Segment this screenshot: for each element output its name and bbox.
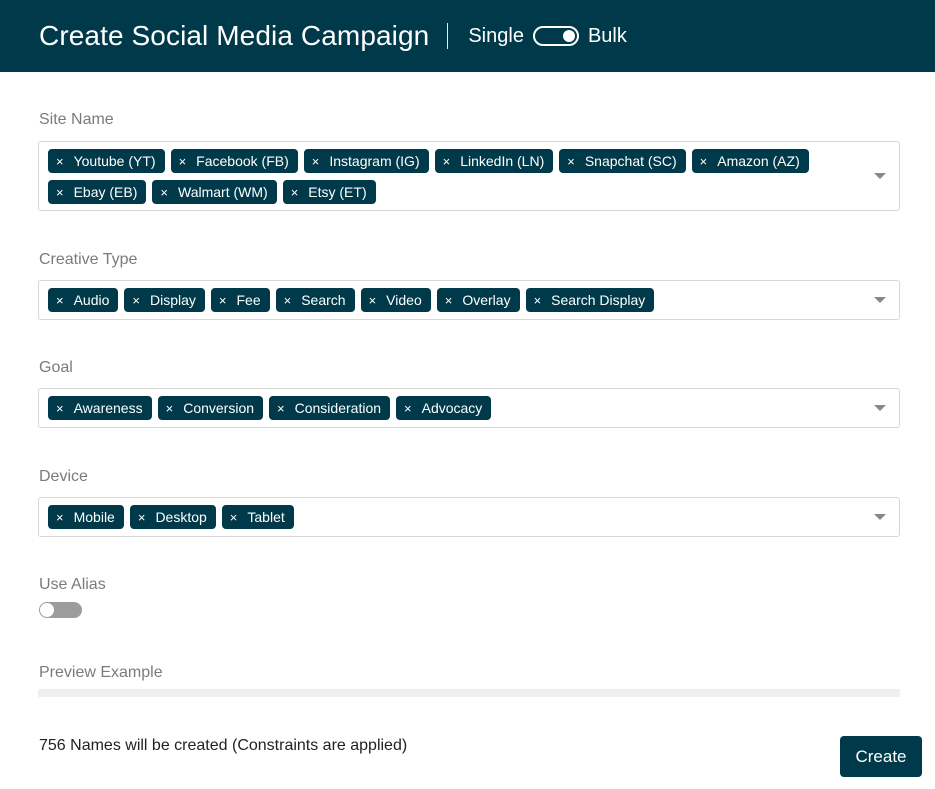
- chip-label: Snapchat (SC): [584, 153, 677, 169]
- remove-chip-icon[interactable]: ×: [567, 154, 575, 169]
- selected-chip: × Tablet: [221, 505, 294, 529]
- chip-label: Etsy (ET): [308, 184, 367, 200]
- chip-label: Desktop: [155, 509, 207, 525]
- remove-chip-icon[interactable]: ×: [291, 185, 299, 200]
- chip-label: Advocacy: [421, 400, 483, 416]
- selected-chip: × Display: [124, 288, 205, 312]
- selected-chip: × LinkedIn (LN): [434, 149, 554, 173]
- chevron-down-icon[interactable]: [874, 173, 886, 179]
- selected-chip: × Advocacy: [396, 396, 492, 420]
- selected-chip: × Etsy (ET): [282, 180, 376, 204]
- remove-chip-icon[interactable]: ×: [132, 293, 140, 308]
- create-button[interactable]: Create: [840, 736, 922, 777]
- selected-chip: × Instagram (IG): [303, 149, 429, 173]
- chevron-down-icon[interactable]: [874, 405, 886, 411]
- selected-chip: × Search: [275, 288, 355, 312]
- remove-chip-icon[interactable]: ×: [284, 293, 292, 308]
- selected-chip: × Video: [360, 288, 431, 312]
- selected-chip: × Walmart (WM): [152, 180, 277, 204]
- selected-chip: × Desktop: [129, 505, 216, 529]
- goal-label: Goal: [39, 359, 73, 376]
- selected-chip: × Conversion: [157, 396, 264, 420]
- mode-bulk-label: Bulk: [587, 24, 627, 47]
- remove-chip-icon[interactable]: ×: [166, 401, 174, 416]
- device-label: Device: [39, 468, 88, 485]
- use-alias-toggle[interactable]: [39, 602, 82, 618]
- remove-chip-icon[interactable]: ×: [138, 510, 146, 525]
- chip-label: Mobile: [73, 509, 115, 525]
- creative-type-label: Creative Type: [39, 251, 138, 268]
- chevron-down-icon[interactable]: [874, 514, 886, 520]
- site-name-label: Site Name: [39, 111, 114, 128]
- remove-chip-icon[interactable]: ×: [56, 154, 64, 169]
- chip-label: Search: [301, 292, 346, 308]
- remove-chip-icon[interactable]: ×: [56, 510, 64, 525]
- site-name-select[interactable]: × Youtube (YT) × Facebook (FB) × Instagram (I…: [38, 141, 900, 211]
- chip-label: Consideration: [294, 400, 382, 416]
- remove-chip-icon[interactable]: ×: [312, 154, 320, 169]
- device-select[interactable]: × Mobile × Desktop × Tablet: [38, 497, 900, 537]
- remove-chip-icon[interactable]: ×: [404, 401, 412, 416]
- goal-select[interactable]: × Awareness × Conversion × Consideration × Advo…: [38, 388, 900, 428]
- remove-chip-icon[interactable]: ×: [179, 154, 187, 169]
- selected-chip: × Awareness: [48, 396, 152, 420]
- chip-label: Fee: [236, 292, 261, 308]
- creative-type-select[interactable]: × Audio × Display × Fee × Search × Video × Overlay ×…: [38, 280, 900, 320]
- chip-label: Tablet: [247, 509, 285, 525]
- remove-chip-icon[interactable]: ×: [219, 293, 227, 308]
- chip-label: Search Display: [551, 292, 646, 308]
- selected-chip: × Facebook (FB): [170, 149, 298, 173]
- mode-single-label: Single: [468, 24, 524, 47]
- remove-chip-icon[interactable]: ×: [534, 293, 542, 308]
- remove-chip-icon[interactable]: ×: [56, 401, 64, 416]
- remove-chip-icon[interactable]: ×: [56, 185, 64, 200]
- toggle-knob: [562, 30, 575, 42]
- single-bulk-toggle[interactable]: [532, 26, 579, 46]
- remove-chip-icon[interactable]: ×: [700, 154, 708, 169]
- remove-chip-icon[interactable]: ×: [160, 185, 168, 200]
- selected-chip: × Overlay: [436, 288, 520, 312]
- chip-label: Facebook (FB): [196, 153, 289, 169]
- selected-chip: × Youtube (YT): [48, 149, 165, 173]
- selected-chip: × Ebay (EB): [48, 180, 147, 204]
- chip-label: Display: [150, 292, 196, 308]
- remove-chip-icon[interactable]: ×: [277, 401, 285, 416]
- selected-chip: × Mobile: [48, 505, 124, 529]
- chip-label: Video: [386, 292, 422, 308]
- chip-label: Ebay (EB): [73, 184, 138, 200]
- chip-label: Audio: [73, 292, 110, 308]
- chevron-down-icon[interactable]: [874, 297, 886, 303]
- selected-chip: × Search Display: [525, 288, 655, 312]
- preview-example-label: Preview Example: [39, 664, 163, 681]
- page-header: Create Social Media Campaign Single Bulk: [0, 0, 935, 72]
- preview-example-area: [38, 689, 900, 697]
- chip-label: LinkedIn (LN): [460, 153, 545, 169]
- chip-label: Walmart (WM): [178, 184, 268, 200]
- remove-chip-icon[interactable]: ×: [443, 154, 451, 169]
- chip-label: Awareness: [73, 400, 143, 416]
- page-title: Create Social Media Campaign: [39, 20, 430, 51]
- chip-label: Amazon (AZ): [717, 153, 800, 169]
- chip-label: Instagram (IG): [329, 153, 420, 169]
- toggle-knob: [40, 603, 54, 617]
- header-divider: [447, 23, 449, 49]
- remove-chip-icon[interactable]: ×: [445, 293, 453, 308]
- selected-chip: × Fee: [210, 288, 270, 312]
- selected-chip: × Snapchat (SC): [559, 149, 686, 173]
- use-alias-label: Use Alias: [39, 576, 106, 593]
- remove-chip-icon[interactable]: ×: [230, 510, 238, 525]
- chip-label: Conversion: [183, 400, 255, 416]
- chip-label: Youtube (YT): [73, 153, 156, 169]
- chip-label: Overlay: [462, 292, 511, 308]
- selected-chip: × Audio: [48, 288, 119, 312]
- remove-chip-icon[interactable]: ×: [56, 293, 64, 308]
- remove-chip-icon[interactable]: ×: [369, 293, 377, 308]
- names-count-text: 756 Names will be created (Constraints a…: [39, 737, 408, 754]
- selected-chip: × Consideration: [269, 396, 391, 420]
- selected-chip: × Amazon (AZ): [691, 149, 809, 173]
